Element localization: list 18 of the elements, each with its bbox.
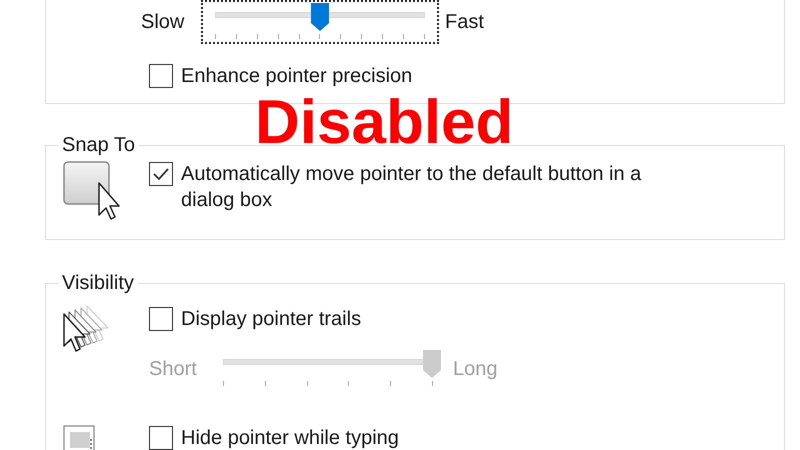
disabled-annotation: Disabled [255,88,514,158]
checkbox-box[interactable] [149,426,173,450]
slider[interactable] [201,0,439,44]
slider-max-label: Long [453,357,498,382]
checkbox-box[interactable] [149,64,173,88]
slider-min-label: Slow [141,10,186,35]
checkbox-label: Enhance pointer precision [181,64,414,89]
checkbox-box[interactable] [149,162,173,186]
checkbox-label: Display pointer trails [181,307,362,332]
slider-thumb[interactable] [311,3,329,31]
check-icon [152,167,170,181]
checkbox[interactable]: Hide pointer while typing [149,425,681,450]
checkbox[interactable]: Display pointer trails [149,306,681,332]
checkbox-label: Hide pointer while typing [181,426,400,450]
slider-max-label: Fast [445,10,484,35]
slider-min-label: Short [149,357,198,382]
checkbox[interactable]: Enhance pointer precision [149,63,681,89]
checkbox-box[interactable] [149,307,173,331]
